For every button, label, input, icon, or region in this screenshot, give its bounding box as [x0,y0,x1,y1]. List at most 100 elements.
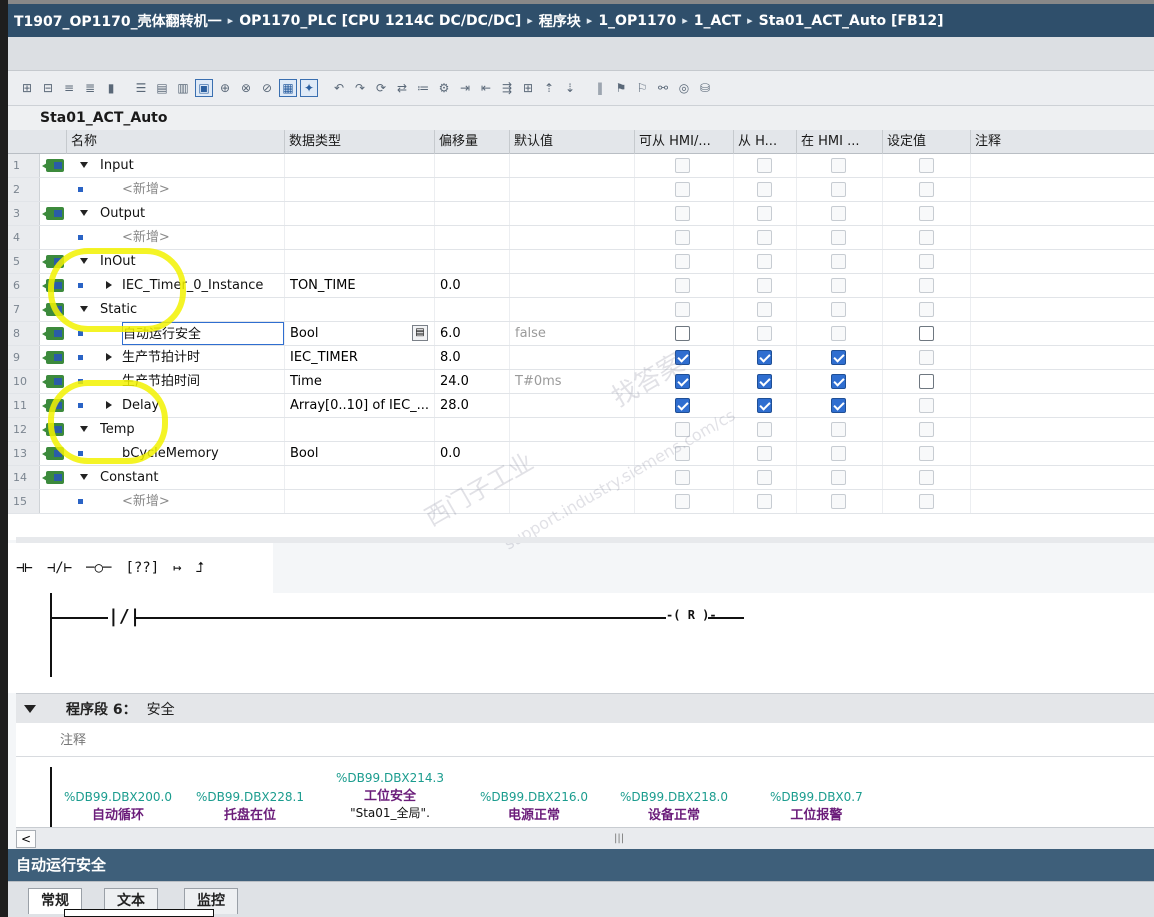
connect-icon[interactable]: ⚯ [654,79,672,97]
checkbox[interactable] [757,302,772,317]
list-view-icon[interactable]: ☰ [132,79,150,97]
column-header-comment[interactable]: 注释 [970,130,1154,154]
comment-cell[interactable] [970,418,1154,441]
checkbox[interactable] [831,422,846,437]
row-number[interactable]: 13 [8,442,40,465]
comment-cell[interactable] [970,298,1154,321]
contact-operand[interactable]: %DB99.DBX214.3 工位安全 "Sta01_全局". [336,771,444,821]
checkbox[interactable] [831,230,846,245]
highlight-icon[interactable]: ✦ [300,79,318,97]
variable-default[interactable] [509,298,634,321]
comment-toggle-icon[interactable]: ▣ [195,79,213,97]
row-number[interactable]: 14 [8,466,40,489]
variable-datatype[interactable] [284,250,434,273]
insert-row-icon[interactable]: ≡ [60,79,78,97]
variable-default[interactable]: T#0ms [509,370,634,393]
checkbox[interactable] [831,158,846,173]
variable-default[interactable] [509,202,634,225]
comment-cell[interactable] [970,154,1154,177]
checkbox[interactable] [757,278,772,293]
row-number[interactable]: 4 [8,226,40,249]
checkbox[interactable] [919,398,934,413]
absolute-operand-icon[interactable]: ⊕ [216,79,234,97]
table-row[interactable]: 14 Constant [8,466,1154,490]
variable-default[interactable] [509,442,634,465]
checkbox[interactable] [919,158,934,173]
checkbox[interactable] [831,182,846,197]
bookmark-icon[interactable]: ⚑ [612,79,630,97]
expand-right-icon[interactable] [106,353,112,361]
symbolic-operand-icon[interactable]: ⊗ [237,79,255,97]
comment-cell[interactable] [970,466,1154,489]
table-row[interactable]: 6 IEC_Timer_0_Instance TON_TIME 0.0 [8,274,1154,298]
checkbox[interactable] [919,446,934,461]
table-row[interactable]: 11 Delay Array[0..10] of IEC_... 28.0 [8,394,1154,418]
coil-icon[interactable]: ─○─ [86,560,111,576]
row-number[interactable]: 3 [8,202,40,225]
network-header[interactable]: 程序段 6： 安全 [16,693,1154,723]
checkbox[interactable] [675,446,690,461]
sort-down-icon[interactable]: ⇣ [561,79,579,97]
checkbox[interactable] [675,302,690,317]
reset-coil[interactable]: -( R )- [666,608,717,622]
nc-contact-icon[interactable]: ⊣/⊢ [47,560,72,576]
breadcrumb-item-block[interactable]: Sta01_ACT_Auto [FB12] [759,13,944,29]
expand-right-icon[interactable] [106,281,112,289]
variable-datatype[interactable]: Time [284,370,434,393]
checkbox[interactable] [919,278,934,293]
variable-name[interactable]: 自动运行安全 [122,322,284,345]
breadcrumb-item-folder[interactable]: 1_OP1170 [598,13,676,29]
checkbox[interactable] [675,398,690,413]
variable-name[interactable]: Temp [100,418,284,441]
table-row[interactable]: 13 bCycleMemory Bool 0.0 [8,442,1154,466]
goto-previous-error-icon[interactable]: ↶ [330,79,348,97]
breakpoint-icon[interactable]: ⚐ [633,79,651,97]
variable-datatype[interactable] [284,298,434,321]
checkbox[interactable] [831,494,846,509]
outdent-icon[interactable]: ⇤ [477,79,495,97]
table-row[interactable]: 12 Temp [8,418,1154,442]
list-icon[interactable]: ≔ [414,79,432,97]
table-row[interactable]: 7 Static [8,298,1154,322]
checkbox[interactable] [831,350,846,365]
align-icon[interactable]: ⇶ [498,79,516,97]
variable-default[interactable] [509,178,634,201]
variable-datatype[interactable] [284,418,434,441]
checkbox[interactable] [757,470,772,485]
add-row-icon[interactable]: ≣ [81,79,99,97]
checkbox[interactable] [757,422,772,437]
checkbox[interactable] [757,398,772,413]
comment-cell[interactable] [970,370,1154,393]
network-name[interactable]: 安全 [147,699,175,719]
checkbox[interactable] [831,470,846,485]
column-header-hmi-writable[interactable]: 从 H... [733,130,796,154]
variable-datatype[interactable]: TON_TIME [284,274,434,297]
variable-name[interactable]: bCycleMemory [122,442,284,465]
checkbox[interactable] [757,254,772,269]
variable-default[interactable] [509,466,634,489]
table-row[interactable]: 1 Input [8,154,1154,178]
table-row[interactable]: 2 <新增> [8,178,1154,202]
collapse-all-icon[interactable]: ▥ [174,79,192,97]
variable-name[interactable]: Constant [100,466,284,489]
checkbox[interactable] [831,302,846,317]
variable-name[interactable]: Static [100,298,284,321]
row-number[interactable]: 11 [8,394,40,417]
chevron-down-icon[interactable] [24,704,36,713]
variable-default[interactable]: false [509,322,634,345]
checkbox[interactable] [919,470,934,485]
variable-name[interactable]: <新增> [122,226,284,249]
checkbox[interactable] [831,374,846,389]
indent-icon[interactable]: ⇥ [456,79,474,97]
database-icon[interactable]: ⛁ [696,79,714,97]
checkbox[interactable] [919,230,934,245]
column-header-offset[interactable]: 偏移量 [434,130,509,154]
contact-operand[interactable]: %DB99.DBX0.7 工位报警 [770,790,863,823]
checkbox[interactable] [675,278,690,293]
checkbox[interactable] [757,350,772,365]
variable-datatype[interactable]: IEC_TIMER [284,346,434,369]
checkbox[interactable] [919,326,934,341]
checkbox[interactable] [757,206,772,221]
row-number[interactable]: 6 [8,274,40,297]
table-row[interactable]: 8 自动运行安全 Bool ▤ 6.0 false [8,322,1154,346]
